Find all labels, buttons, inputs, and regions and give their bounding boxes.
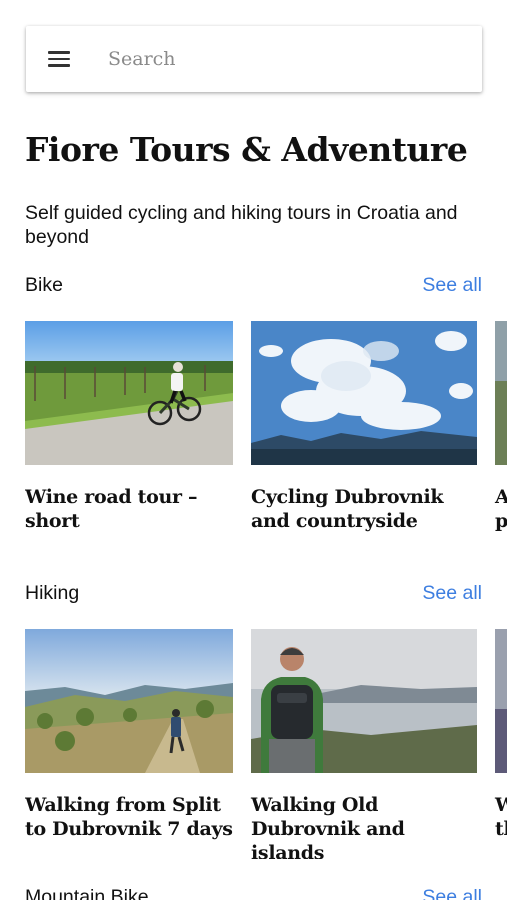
tour-card-title: W th bbox=[495, 794, 507, 840]
page-title: Fiore Tours & Adventure bbox=[25, 130, 468, 169]
tour-card[interactable]: A p bbox=[495, 321, 507, 533]
tour-card[interactable]: Cycling Dubrovnik and countryside bbox=[251, 321, 477, 533]
section-title: Bike bbox=[25, 274, 63, 296]
partial-photo bbox=[495, 629, 507, 773]
tour-card-title: Walking from Split to Dubrovnik 7 days bbox=[25, 794, 233, 840]
tour-card-title: A p bbox=[495, 486, 507, 532]
see-all-link[interactable]: See all bbox=[422, 886, 482, 900]
section-header-hiking: Hiking See all bbox=[25, 582, 482, 608]
page-subtitle: Self guided cycling and hiking tours in … bbox=[25, 202, 458, 248]
hiker-trail-photo bbox=[25, 629, 233, 773]
tour-card-title: Walking Old Dubrovnik and islands bbox=[251, 794, 405, 859]
tour-card[interactable]: Wine road tour – short bbox=[25, 321, 233, 533]
tour-card[interactable]: Walking Old Dubrovnik and islands bbox=[251, 629, 477, 859]
menu-icon[interactable] bbox=[48, 51, 70, 67]
tour-card-title: Cycling Dubrovnik and countryside bbox=[251, 486, 444, 532]
section-header-mountain-bike: Mountain Bike See all bbox=[25, 886, 482, 900]
tour-card-title: Wine road tour – short bbox=[25, 486, 198, 532]
partial-photo bbox=[495, 321, 507, 465]
see-all-link[interactable]: See all bbox=[422, 582, 482, 605]
tour-card[interactable]: Walking from Split to Dubrovnik 7 days bbox=[25, 629, 233, 841]
bike-carousel[interactable]: Wine road tour – short Cycling Dubrovnik… bbox=[25, 321, 507, 551]
section-title: Hiking bbox=[25, 582, 80, 604]
section-header-bike: Bike See all bbox=[25, 274, 482, 300]
search-bar bbox=[26, 26, 482, 92]
tour-card[interactable]: W th bbox=[495, 629, 507, 841]
cyclist-vineyard-photo bbox=[25, 321, 233, 465]
section-title: Mountain Bike bbox=[25, 886, 149, 900]
cloudy-sky-photo bbox=[251, 321, 477, 465]
hiking-carousel[interactable]: Walking from Split to Dubrovnik 7 days W… bbox=[25, 629, 507, 859]
search-input[interactable] bbox=[108, 44, 448, 74]
hiker-backpack-photo bbox=[251, 629, 477, 773]
see-all-link[interactable]: See all bbox=[422, 274, 482, 297]
